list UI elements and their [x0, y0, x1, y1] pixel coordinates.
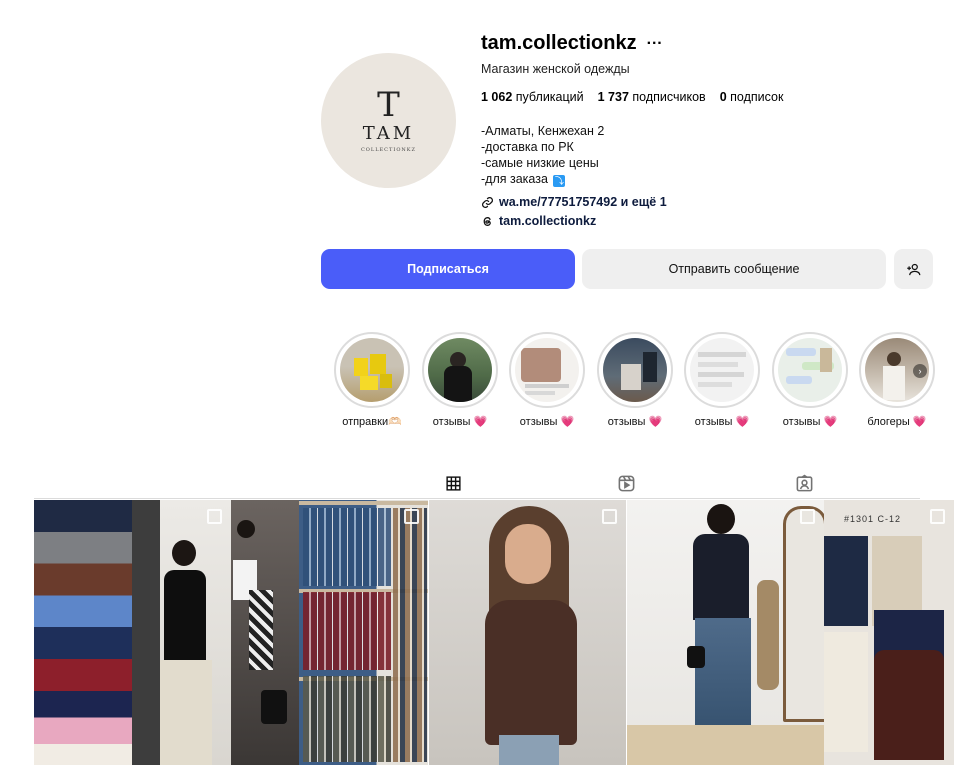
- highlight-label: отзывы 💗: [782, 416, 838, 428]
- tab-divider: [34, 498, 920, 499]
- add-person-icon: [907, 263, 921, 275]
- bio-line: -самые низкие цены: [481, 156, 599, 170]
- story-highlight[interactable]: отзывы 💗: [597, 332, 673, 428]
- threads-link[interactable]: tam.collectionkz: [481, 214, 596, 228]
- following-count[interactable]: 0 подписок: [720, 90, 784, 104]
- username-row: tam.collectionkz ···: [481, 32, 663, 55]
- highlight-image: [690, 338, 754, 402]
- post-thumbnail[interactable]: [231, 500, 428, 765]
- message-button[interactable]: Отправить сообщение: [582, 249, 886, 289]
- highlight-label: отзывы 💗: [694, 416, 750, 428]
- bio-line: -для заказа ⤵: [481, 172, 566, 187]
- highlight-label: отправки🫶🏻: [342, 416, 402, 428]
- highlight-label: отзывы 💗: [519, 416, 575, 428]
- multi-post-icon: [602, 509, 617, 524]
- tab-posts[interactable]: [429, 468, 478, 499]
- multi-post-icon: [800, 509, 815, 524]
- tab-tagged[interactable]: [784, 468, 824, 498]
- reels-icon: [618, 475, 634, 491]
- multi-post-icon: [930, 509, 945, 524]
- highlight-label: отзывы 💗: [607, 416, 663, 428]
- post-thumbnail[interactable]: [627, 500, 824, 765]
- username: tam.collectionkz: [481, 32, 637, 54]
- story-highlight[interactable]: отзывы 💗: [684, 332, 760, 428]
- post-thumbnail[interactable]: #1301 C-12: [824, 500, 954, 765]
- post-thumbnail[interactable]: [34, 500, 231, 765]
- highlight-image: [603, 338, 667, 402]
- story-highlight[interactable]: › блогеры 💗: [859, 332, 935, 428]
- story-highlight[interactable]: отзывы 💗: [509, 332, 585, 428]
- highlight-image: [340, 338, 404, 402]
- profile-category: Магазин женской одежды: [481, 62, 630, 76]
- followers-count[interactable]: 1 737 подписчиков: [598, 90, 706, 104]
- tab-reels[interactable]: [606, 468, 646, 498]
- posts-count: 1 062 публикаций: [481, 90, 584, 104]
- highlight-label: отзывы 💗: [432, 416, 488, 428]
- post-overlay-text: #1301 C-12: [844, 514, 902, 524]
- highlight-image: [778, 338, 842, 402]
- arrow-down-emoji-icon: ⤵: [553, 175, 566, 187]
- multi-post-icon: [207, 509, 222, 524]
- follow-button[interactable]: Подписаться: [321, 249, 575, 289]
- threads-icon: [483, 216, 491, 226]
- suggest-accounts-button[interactable]: [894, 249, 933, 289]
- logo-letter: T: [377, 84, 400, 125]
- more-icon[interactable]: ···: [647, 35, 663, 51]
- highlight-label: блогеры 💗: [867, 416, 927, 428]
- multi-post-icon: [404, 509, 419, 524]
- threads-text[interactable]: tam.collectionkz: [499, 214, 596, 228]
- story-highlight[interactable]: отзывы 💗: [772, 332, 848, 428]
- external-link[interactable]: wa.me/77751757492 и ещё 1: [481, 195, 667, 209]
- profile-stats: 1 062 публикаций 1 737 подписчиков 0 под…: [481, 90, 783, 104]
- link-icon: [482, 196, 493, 208]
- bio-line: -доставка по РК: [481, 140, 574, 154]
- story-highlight[interactable]: отзывы 💗: [422, 332, 498, 428]
- profile-bio: -Алматы, Кенжехан 2 -доставка по РК -сам…: [481, 123, 604, 187]
- profile-avatar[interactable]: T TAM COLLECTIONKZ: [321, 53, 456, 188]
- highlight-image: [515, 338, 579, 402]
- highlight-image: [428, 338, 492, 402]
- post-thumbnail[interactable]: [429, 500, 626, 765]
- tagged-icon: [796, 474, 812, 491]
- link-text[interactable]: wa.me/77751757492 и ещё 1: [499, 195, 667, 209]
- logo-name: TAM: [362, 122, 415, 144]
- story-highlight[interactable]: отправки🫶🏻: [334, 332, 410, 428]
- grid-icon: [446, 475, 461, 491]
- logo-sub: COLLECTIONKZ: [360, 146, 417, 153]
- bio-line: -Алматы, Кенжехан 2: [481, 124, 605, 138]
- highlight-image: ›: [865, 338, 929, 402]
